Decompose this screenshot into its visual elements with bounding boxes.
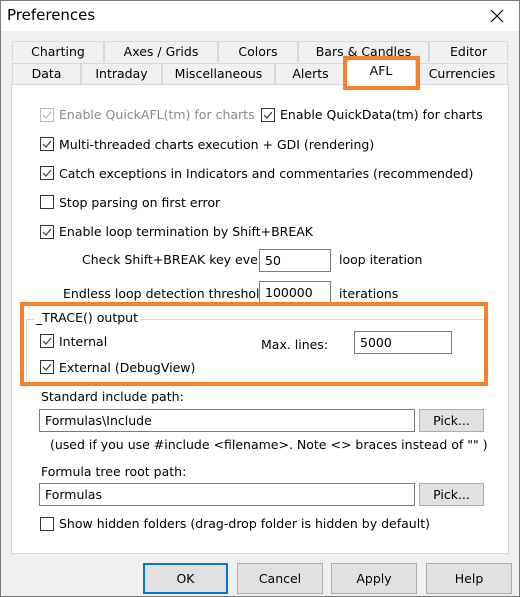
show-hidden-label: Show hidden folders (drag-drop folder is… [59,516,430,531]
tab-charting[interactable]: Charting [12,41,104,62]
include-path-label: Standard include path: [41,389,184,404]
close-icon [490,9,504,23]
multithreaded-checkbox[interactable] [40,137,54,151]
tab-colors[interactable]: Colors [218,41,298,62]
endless-threshold-input[interactable]: 100000 [259,281,331,304]
quickdata-label: Enable QuickData(tm) for charts [280,107,483,122]
checkmark-icon [42,140,52,148]
preferences-dialog: Preferences Charting Axes / Grids Colors… [0,0,520,597]
tree-root-input[interactable]: Formulas [39,483,415,506]
check-every-input[interactable]: 50 [259,249,331,272]
include-path-pick-button[interactable]: Pick... [419,409,484,432]
tree-root-pick-button[interactable]: Pick... [419,483,484,506]
quickafl-label: Enable QuickAFL(tm) for charts [59,107,255,122]
quickdata-checkbox[interactable] [261,108,275,122]
endless-threshold-label: Endless loop detection threshold: [63,286,272,301]
help-button[interactable]: Help [426,563,512,594]
checkmark-icon [42,111,52,119]
stop-parsing-label: Stop parsing on first error [59,195,221,210]
ok-button[interactable]: OK [143,563,228,594]
tab-intraday[interactable]: Intraday [81,63,162,84]
tab-data[interactable]: Data [12,63,81,84]
include-path-input[interactable]: Formulas\Include [39,409,415,432]
close-button[interactable] [483,3,511,29]
check-every-suffix: loop iteration [339,252,423,267]
window-title: Preferences [7,6,96,24]
checkmark-icon [263,111,273,119]
checkmark-icon [42,169,52,177]
show-hidden-checkbox[interactable] [40,517,54,531]
stop-parsing-checkbox[interactable] [40,195,54,209]
loop-termination-checkbox[interactable] [40,225,54,239]
cancel-button[interactable]: Cancel [237,563,323,594]
tab-miscellaneous[interactable]: Miscellaneous [162,63,275,84]
tree-root-label: Formula tree root path: [41,464,187,479]
tab-editor[interactable]: Editor [429,41,508,62]
tab-axes-grids[interactable]: Axes / Grids [104,41,218,62]
tab-currencies[interactable]: Currencies [416,63,508,84]
quickafl-checkbox[interactable] [40,108,54,122]
title-bar: Preferences [1,1,519,31]
loop-termination-label: Enable loop termination by Shift+BREAK [59,224,313,239]
endless-threshold-suffix: iterations [339,286,399,301]
catch-exceptions-checkbox[interactable] [40,166,54,180]
catch-exceptions-label: Catch exceptions in Indicators and comme… [59,166,474,181]
trace-group-highlight [20,302,488,386]
afl-tab-highlight [343,56,420,90]
checkmark-icon [42,228,52,236]
check-every-label: Check Shift+BREAK key every: [82,252,274,267]
include-path-note: (used if you use #include <filename>. No… [50,437,488,452]
tab-alerts[interactable]: Alerts [275,63,346,84]
multithreaded-label: Multi-threaded charts execution + GDI (r… [59,137,375,152]
apply-button[interactable]: Apply [331,563,417,594]
